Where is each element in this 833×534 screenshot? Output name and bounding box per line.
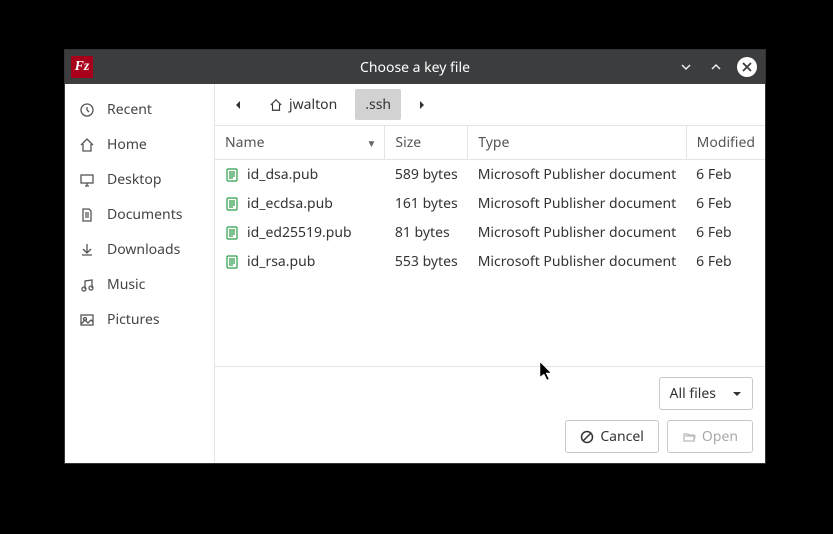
breadcrumb-label: jwalton (289, 95, 337, 114)
sidebar-item-downloads[interactable]: Downloads (65, 232, 214, 267)
file-type: Microsoft Publisher document (468, 218, 686, 247)
file-modified: 6 Feb (686, 247, 765, 276)
pictures-icon (79, 312, 95, 328)
sidebar-item-label: Desktop (107, 170, 161, 189)
breadcrumb-label: .ssh (365, 95, 391, 114)
column-header-type[interactable]: Type (468, 126, 686, 160)
minimize-icon[interactable] (677, 58, 695, 76)
file-icon (225, 168, 239, 182)
file-name: id_ecdsa.pub (247, 194, 333, 213)
open-icon (682, 430, 696, 444)
home-icon (269, 98, 283, 112)
file-modified: 6 Feb (686, 160, 765, 190)
dialog-footer: All files Cancel Open (215, 366, 765, 463)
sidebar-item-recent[interactable]: Recent (65, 92, 214, 127)
file-row[interactable]: id_dsa.pub 589 bytesMicrosoft Publisher d… (215, 160, 765, 190)
button-label: Cancel (600, 427, 644, 446)
breadcrumb-home[interactable]: jwalton (259, 89, 347, 120)
file-name: id_rsa.pub (247, 252, 315, 271)
file-icon (225, 226, 239, 240)
sidebar-item-label: Pictures (107, 310, 160, 329)
button-label: Open (702, 427, 738, 446)
sidebar-item-label: Home (107, 135, 147, 154)
app-icon: Fz (71, 56, 93, 78)
file-name: id_ed25519.pub (247, 223, 352, 242)
sidebar-item-home[interactable]: Home (65, 127, 214, 162)
breadcrumb-current[interactable]: .ssh (355, 89, 401, 120)
download-icon (79, 242, 95, 258)
filter-label: All files (670, 384, 716, 403)
file-dialog: Fz Choose a key file Recent Home (65, 50, 765, 463)
file-size: 81 bytes (385, 218, 468, 247)
file-type-filter[interactable]: All files (659, 377, 753, 410)
home-icon (79, 137, 95, 153)
sidebar-item-desktop[interactable]: Desktop (65, 162, 214, 197)
sidebar-item-label: Downloads (107, 240, 180, 259)
documents-icon (79, 207, 95, 223)
sidebar-item-label: Documents (107, 205, 182, 224)
window-title: Choose a key file (65, 58, 765, 77)
file-row[interactable]: id_ecdsa.pub 161 bytesMicrosoft Publisher… (215, 189, 765, 218)
file-type: Microsoft Publisher document (468, 160, 686, 190)
nav-back-button[interactable] (225, 92, 251, 118)
breadcrumb: jwalton .ssh (215, 84, 765, 126)
sidebar-item-label: Music (107, 275, 145, 294)
sidebar-item-documents[interactable]: Documents (65, 197, 214, 232)
file-modified: 6 Feb (686, 189, 765, 218)
open-button[interactable]: Open (667, 420, 753, 453)
sort-indicator-icon: ▼ (367, 136, 377, 150)
file-row[interactable]: id_ed25519.pub 81 bytesMicrosoft Publishe… (215, 218, 765, 247)
cancel-icon (580, 430, 594, 444)
file-size: 589 bytes (385, 160, 468, 190)
places-sidebar: Recent Home Desktop Documents Downloads … (65, 84, 215, 463)
file-type: Microsoft Publisher document (468, 247, 686, 276)
cancel-button[interactable]: Cancel (565, 420, 659, 453)
sidebar-item-label: Recent (107, 100, 152, 119)
close-icon[interactable] (737, 57, 757, 77)
file-name: id_dsa.pub (247, 165, 318, 184)
titlebar[interactable]: Fz Choose a key file (65, 50, 765, 84)
column-header-modified[interactable]: Modified (686, 126, 765, 160)
column-header-size[interactable]: Size (385, 126, 468, 160)
file-row[interactable]: id_rsa.pub 553 bytesMicrosoft Publisher d… (215, 247, 765, 276)
file-size: 161 bytes (385, 189, 468, 218)
nav-forward-button[interactable] (409, 92, 435, 118)
file-icon (225, 255, 239, 269)
file-type: Microsoft Publisher document (468, 189, 686, 218)
file-icon (225, 197, 239, 211)
music-icon (79, 277, 95, 293)
chevron-down-icon (732, 389, 742, 399)
file-modified: 6 Feb (686, 218, 765, 247)
column-header-name[interactable]: Name▼ (215, 126, 385, 160)
sidebar-item-pictures[interactable]: Pictures (65, 302, 214, 337)
desktop-icon (79, 172, 95, 188)
file-list: Name▼ Size Type Modified id_dsa.pub 589 b… (215, 126, 765, 366)
clock-icon (79, 102, 95, 118)
sidebar-item-music[interactable]: Music (65, 267, 214, 302)
file-size: 553 bytes (385, 247, 468, 276)
maximize-icon[interactable] (707, 58, 725, 76)
